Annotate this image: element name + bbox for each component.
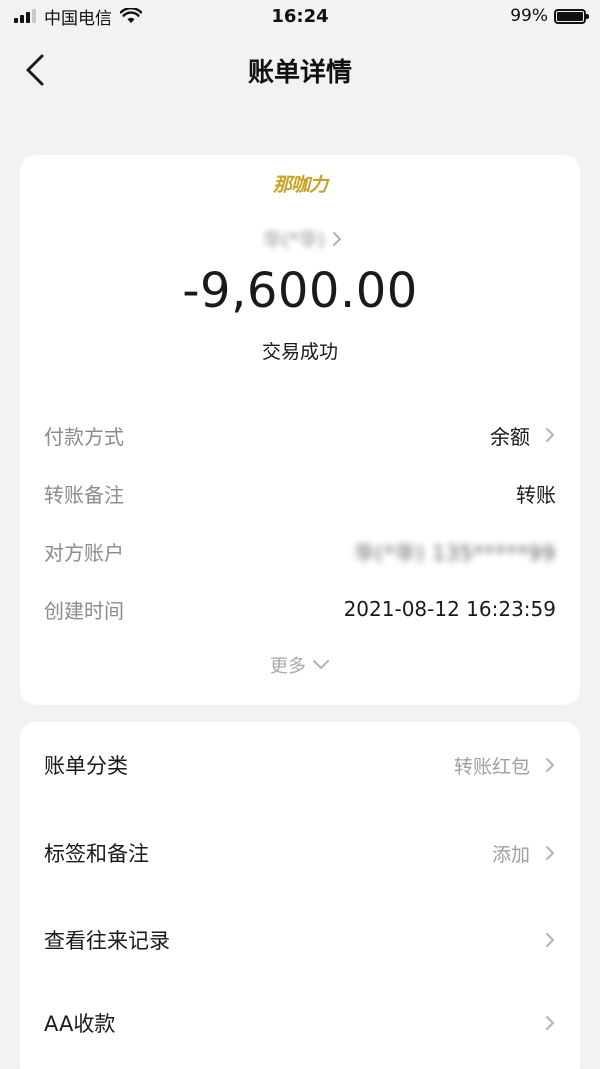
list-item-aa-collect[interactable]: AA收款: [44, 1003, 556, 1043]
detail-label: 付款方式: [44, 424, 124, 449]
payee-name: 华(*华): [262, 229, 326, 251]
list-value: [530, 1014, 556, 1032]
status-bar: 中国电信 16:24 99%: [0, 0, 600, 36]
transaction-card: 那咖力 华(*华) -9,600.00 交易成功 付款方式 余额 转账备注 转账…: [20, 155, 580, 705]
chevron-right-icon: [546, 428, 554, 442]
counterparty-account-value: 华(*华) 135*****99: [354, 540, 556, 565]
transaction-amount: -9,600.00: [182, 263, 418, 319]
merchant-logo: 那咖力: [254, 167, 346, 203]
page-title: 账单详情: [247, 58, 352, 88]
payee-link[interactable]: 华(*华): [20, 225, 580, 252]
status-right: 99%: [510, 5, 589, 27]
more-label: 更多: [270, 656, 306, 677]
detail-value: 余额: [490, 421, 556, 450]
merchant-logo-text: 那咖力: [272, 174, 328, 196]
chevron-right-icon: [546, 1016, 554, 1030]
chevron-down-icon: [313, 660, 329, 669]
detail-row-transfer-note: 转账备注 转账: [44, 475, 556, 511]
list-item-tags-notes[interactable]: 标签和备注 添加: [44, 833, 556, 873]
actions-card: 账单分类 转账红包 标签和备注 添加 查看往来记录 AA收款: [20, 722, 580, 1069]
list-item-bill-category[interactable]: 账单分类 转账红包: [44, 745, 556, 785]
detail-label: 转账备注: [44, 482, 124, 507]
payment-method-value: 余额: [490, 424, 530, 449]
list-label: 查看往来记录: [44, 929, 170, 953]
battery-icon: [554, 8, 589, 24]
list-value: 转账红包: [454, 752, 556, 779]
list-value: 添加: [492, 840, 556, 867]
chevron-right-icon: [546, 933, 554, 947]
bill-category-value: 转账红包: [453, 755, 530, 778]
detail-row-created-time: 创建时间 2021-08-12 16:23:59: [44, 591, 556, 627]
chevron-right-icon: [333, 231, 342, 246]
list-item-history[interactable]: 查看往来记录: [44, 920, 556, 960]
transfer-note-value: 转账: [516, 482, 556, 507]
tags-notes-value: 添加: [491, 843, 530, 866]
chevron-right-icon: [546, 846, 554, 860]
bill-detail-screen: 中国电信 16:24 99% 账单详情 那咖力 华(*华) -9,600.00 …: [0, 0, 600, 1069]
nav-bar: 账单详情: [0, 36, 600, 102]
list-label: 账单分类: [44, 754, 128, 778]
detail-label: 对方账户: [44, 540, 124, 565]
chevron-right-icon: [546, 758, 554, 772]
detail-label: 创建时间: [44, 598, 124, 623]
battery-percent: 99%: [510, 6, 548, 26]
list-label: AA收款: [44, 1012, 116, 1036]
created-time-value: 2021-08-12 16:23:59: [343, 597, 556, 621]
list-label: 标签和备注: [44, 842, 149, 866]
list-value: [530, 931, 556, 949]
transaction-status: 交易成功: [261, 341, 338, 363]
detail-row-counterparty: 对方账户 华(*华) 135*****99: [44, 533, 556, 569]
more-toggle[interactable]: 更多: [20, 652, 580, 678]
detail-row-payment-method[interactable]: 付款方式 余额: [44, 417, 556, 453]
